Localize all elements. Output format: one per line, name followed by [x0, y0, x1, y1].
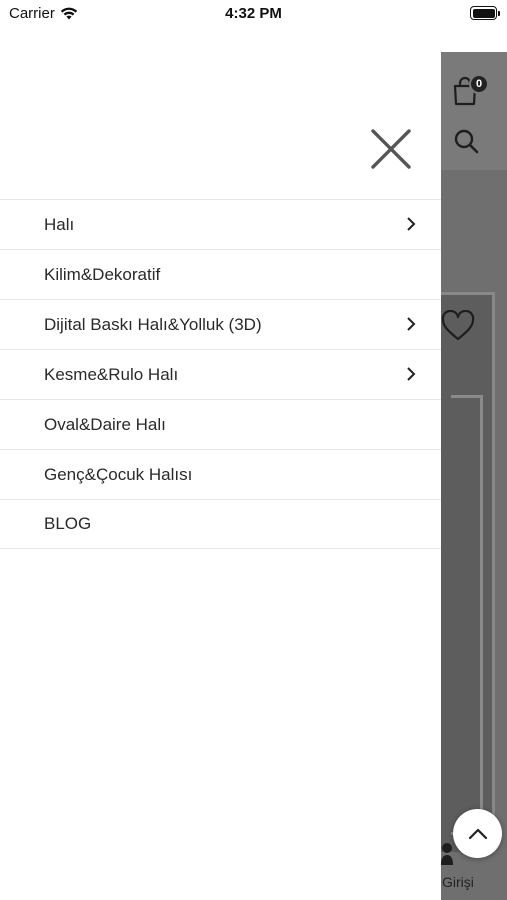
menu-item-genc-cocuk[interactable]: Genç&Çocuk Halısı — [0, 449, 441, 499]
menu-item-label: Halı — [44, 214, 75, 234]
background-page: 0 Girişi — [441, 52, 507, 900]
category-menu: Halı Kilim&Dekoratif Dijital Baskı Halı&… — [0, 199, 441, 549]
menu-item-label: Dijital Baskı Halı&Yolluk (3D) — [44, 314, 262, 334]
chevron-up-icon — [468, 828, 487, 839]
menu-item-label: BLOG — [44, 514, 92, 533]
menu-item-label: Kesme&Rulo Halı — [44, 364, 179, 384]
heart-icon[interactable] — [441, 310, 475, 342]
menu-item-hali[interactable]: Halı — [0, 199, 441, 249]
menu-item-oval-daire[interactable]: Oval&Daire Halı — [0, 399, 441, 449]
menu-item-kilim-dekoratif[interactable]: Kilim&Dekoratif — [0, 249, 441, 299]
battery-icon — [470, 6, 500, 20]
status-time: 4:32 PM — [225, 5, 282, 22]
menu-item-label: Genç&Çocuk Halısı — [44, 464, 193, 484]
status-bar: Carrier 4:32 PM — [0, 0, 507, 28]
scroll-to-top-button[interactable] — [453, 809, 502, 858]
rug-product-image — [441, 292, 495, 852]
menu-item-blog[interactable]: BLOG — [0, 499, 441, 549]
menu-item-label: Oval&Daire Halı — [44, 414, 166, 434]
menu-item-dijital-baski[interactable]: Dijital Baskı Halı&Yolluk (3D) — [0, 299, 441, 349]
menu-item-label: Kilim&Dekoratif — [44, 264, 161, 284]
login-label[interactable]: Girişi — [442, 874, 474, 890]
navigation-drawer: Halı Kilim&Dekoratif Dijital Baskı Halı&… — [0, 28, 441, 900]
chevron-right-icon — [407, 217, 416, 231]
background-header: 0 — [441, 52, 507, 170]
chevron-right-icon — [407, 367, 416, 381]
menu-item-kesme-rulo[interactable]: Kesme&Rulo Halı — [0, 349, 441, 399]
cart-count-badge: 0 — [469, 74, 489, 94]
search-icon[interactable] — [453, 128, 479, 154]
chevron-right-icon — [407, 317, 416, 331]
close-icon[interactable] — [368, 126, 414, 172]
